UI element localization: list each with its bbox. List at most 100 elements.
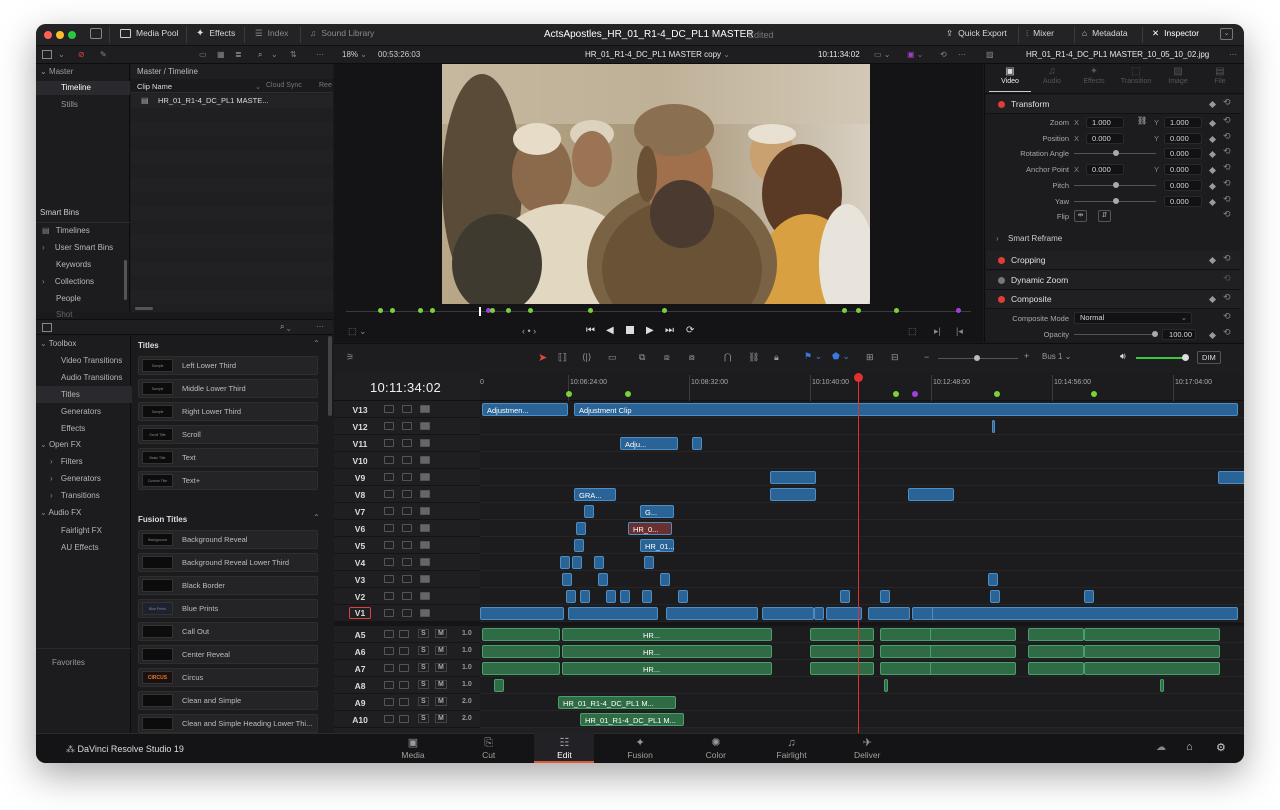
reset-icon[interactable]: ⟲ xyxy=(1223,131,1231,142)
bin-stills[interactable]: Stills xyxy=(61,100,78,109)
audio-clip[interactable] xyxy=(880,662,936,675)
pitch-field[interactable]: 0.000 xyxy=(1164,179,1202,191)
viewer-playhead[interactable] xyxy=(479,307,481,316)
adjustment-clip[interactable]: Adjustmen... xyxy=(482,403,568,416)
enable-track-icon[interactable] xyxy=(420,575,430,583)
title-item[interactable]: Sample Right Lower Third xyxy=(138,402,318,421)
timeline-marker[interactable] xyxy=(856,308,861,313)
anchor-x-field[interactable]: 0.000 xyxy=(1086,164,1124,176)
fusion-title-item[interactable]: Black Border xyxy=(138,576,318,595)
timeline-marker[interactable] xyxy=(1091,391,1097,397)
timeline-marker[interactable] xyxy=(566,391,572,397)
viewer-scrub-track[interactable] xyxy=(346,311,971,312)
page-tab-color[interactable]: ✺ Color xyxy=(686,733,746,763)
video-clip[interactable] xyxy=(642,590,652,603)
fusion-title-item[interactable]: Clean and Simple xyxy=(138,691,318,710)
video-clip[interactable]: HR_0... xyxy=(628,522,672,535)
lock-track-icon[interactable] xyxy=(384,647,394,655)
reset-icon[interactable]: ⟲ xyxy=(1223,194,1231,205)
minimize-window-button[interactable] xyxy=(56,31,64,39)
enable-track-icon[interactable] xyxy=(420,456,430,464)
enable-track-icon[interactable] xyxy=(420,507,430,515)
audio-clip[interactable]: HR_01_R1-4_DC_PL1 M... xyxy=(580,713,684,726)
audio-clip[interactable]: HR_01_R1-4_DC_PL1 M... xyxy=(558,696,676,709)
thumbnail-view-icon[interactable]: ▭ xyxy=(199,50,207,59)
title-item[interactable]: Scroll Title Scroll xyxy=(138,425,318,444)
slider-handle[interactable] xyxy=(1113,150,1119,157)
enable-track-icon[interactable] xyxy=(420,541,430,549)
fusion-title-item[interactable]: Clean and Simple Heading Lower Thi... xyxy=(138,714,318,733)
reset-icon[interactable]: ⟲ xyxy=(1223,253,1231,264)
generators-category[interactable]: Generators xyxy=(36,403,132,420)
graphics-clip[interactable]: GRA... xyxy=(574,488,616,501)
lock-track-icon[interactable] xyxy=(384,473,394,481)
fusion-title-item[interactable]: CIRCUS Circus xyxy=(138,668,318,687)
video-clip[interactable] xyxy=(826,607,862,620)
zoom-out-icon[interactable]: − xyxy=(924,352,929,362)
audio-clip[interactable] xyxy=(482,645,560,658)
title-item[interactable]: Basic Title Text xyxy=(138,448,318,467)
timeline-name-dropdown[interactable]: HR_01_R1-4_DC_PL1 MASTER copy ⌄ xyxy=(585,50,730,59)
keyframe-icon[interactable] xyxy=(1208,182,1217,190)
reset-icon[interactable]: ⟲ xyxy=(1223,115,1231,126)
bin-master[interactable]: ⌄ Master xyxy=(40,67,73,76)
collapse-icon[interactable]: ⌃ xyxy=(313,339,320,348)
toolbox-header[interactable]: ⌄ Toolbox xyxy=(40,339,76,348)
lock-track-icon[interactable] xyxy=(384,405,394,413)
video-clip[interactable] xyxy=(908,488,954,501)
keyframe-icon[interactable] xyxy=(1208,167,1217,175)
audio-clip[interactable] xyxy=(1028,628,1084,641)
jump-to-start-button[interactable]: ⏮ xyxy=(586,325,595,336)
audio-clip[interactable]: HR... xyxy=(562,645,772,658)
video-clip[interactable] xyxy=(574,539,584,552)
more-options-icon[interactable]: ⋯ xyxy=(316,50,324,59)
overwrite-clip-icon[interactable]: ⧈ xyxy=(664,352,670,363)
video-clip[interactable] xyxy=(988,573,998,586)
bus-dropdown[interactable]: Bus 1 ⌄ xyxy=(1042,352,1071,361)
fairlight-fx[interactable]: Fairlight FX xyxy=(36,522,132,539)
lock-track-icon[interactable] xyxy=(384,541,394,549)
previous-edit-icon[interactable]: |◂ xyxy=(956,326,963,337)
video-clip[interactable]: HR_01... xyxy=(640,539,675,552)
video-clip[interactable] xyxy=(1218,471,1244,484)
flag-icon[interactable]: ⚑ ⌄ xyxy=(804,351,822,362)
timeline-playhead[interactable] xyxy=(858,376,859,733)
loop-button[interactable]: ⟳ xyxy=(686,325,694,336)
page-tab-fairlight[interactable]: ♫ Fairlight xyxy=(762,733,822,763)
lock-icon[interactable]: 🔒︎ xyxy=(774,352,779,363)
lock-track-icon[interactable] xyxy=(384,630,394,638)
workspace-icon[interactable] xyxy=(90,28,102,39)
video-clip[interactable] xyxy=(584,505,594,518)
sidebar-toggle-icon[interactable] xyxy=(42,323,52,332)
zoom-full-icon[interactable]: ⊞ xyxy=(866,352,874,363)
monitor-track-icon[interactable] xyxy=(402,473,412,481)
column-cloud-sync[interactable]: Cloud Sync xyxy=(266,82,302,89)
video-clip[interactable] xyxy=(770,471,816,484)
audiofx-header[interactable]: ⌄ Audio FX xyxy=(40,508,81,517)
smart-bin-shot[interactable]: Shot xyxy=(56,310,72,319)
video-clip[interactable] xyxy=(620,590,630,603)
flip-vertical-button[interactable]: ⇵ xyxy=(1098,210,1111,222)
title-item[interactable]: Custom Title Text+ xyxy=(138,471,318,490)
video-clip[interactable] xyxy=(566,590,576,603)
enable-toggle[interactable] xyxy=(998,257,1005,264)
reset-icon[interactable]: ⟲ xyxy=(1223,311,1231,322)
inspector-tab-file[interactable]: ▤ File xyxy=(1199,66,1241,92)
monitor-track-icon[interactable] xyxy=(399,664,409,672)
inspector-button[interactable]: ✕ Inspector xyxy=(1152,28,1199,39)
dynamic-zoom-section[interactable]: Dynamic Zoom ⟲ xyxy=(986,271,1241,290)
volume-slider[interactable] xyxy=(1136,357,1186,359)
cropping-section[interactable]: Cropping ⟲ xyxy=(986,251,1241,270)
timeline-marker[interactable] xyxy=(418,308,423,313)
mixer-button[interactable]: ⫶ Mixer xyxy=(1026,28,1054,39)
keyframe-icon[interactable] xyxy=(1208,295,1217,304)
dim-button[interactable]: DIM xyxy=(1197,351,1221,364)
lock-track-icon[interactable] xyxy=(384,664,394,672)
search-icon[interactable]: ⌕ ⌄ xyxy=(280,322,290,332)
openfx-filters[interactable]: › Filters xyxy=(50,457,83,466)
blade-tool-icon[interactable]: ▭ xyxy=(608,352,617,363)
timeline-marker[interactable] xyxy=(528,308,533,313)
slider-handle[interactable] xyxy=(1182,354,1189,361)
monitor-track-icon[interactable] xyxy=(402,575,412,583)
smart-bin-timelines[interactable]: ▤ Timelines xyxy=(42,226,90,235)
